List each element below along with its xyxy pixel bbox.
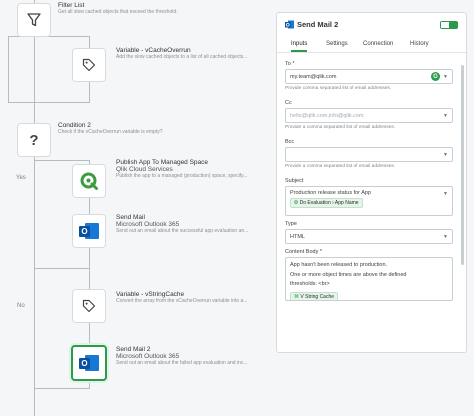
connector [34, 160, 90, 161]
chip-variable: V String Cache [300, 293, 335, 300]
tab-history[interactable]: History [410, 41, 429, 50]
datapill-icon: ❂ [294, 200, 299, 206]
filter-icon [27, 13, 41, 27]
node-title: Send Mail [116, 214, 145, 221]
filter-list-node[interactable] [17, 3, 51, 37]
variable-vstringcache-text: Variable - vStringCache Convert the arra… [116, 291, 266, 305]
node-subtitle: Check if the vCacheOverrun variable is e… [58, 129, 163, 135]
node-subtitle: Send out an email about the successful a… [116, 228, 249, 234]
chevron-down-icon[interactable]: ▼ [443, 74, 448, 80]
node-subtitle: Get all slow cached objects that exceed … [58, 9, 178, 15]
connector [34, 0, 35, 416]
subject-field[interactable]: Production release status for App ❂ Do E… [285, 186, 453, 216]
connector [34, 268, 90, 269]
cc-field[interactable]: hello@qlik.com,info@qlik.com ▼ [285, 108, 453, 123]
type-select[interactable]: HTML ▼ [285, 229, 453, 244]
node-title: Variable - vStringCache [116, 291, 185, 298]
node-subtitle: Convert the array from the vCacheOverrun… [116, 298, 248, 304]
subject-label: Subject [285, 178, 304, 184]
inputs-form: To * my.team@qlik.com G ▼ Provide comma … [285, 61, 453, 301]
block-toggle[interactable] [440, 21, 458, 29]
chip-step: Do Evaluation [299, 200, 331, 206]
send-mail-text: Send Mail Microsoft Outlook 365 Send out… [116, 214, 266, 235]
tab-settings[interactable]: Settings [326, 41, 348, 50]
node-subtitle: Publish the app to a managed (production… [116, 173, 248, 179]
to-label: To * [285, 61, 295, 67]
node-subtitle: Add the slow cached objects to a list of… [116, 54, 248, 60]
condition-2-node[interactable]: ? [17, 123, 51, 157]
send-mail-node[interactable]: O [72, 214, 106, 248]
connector-dashed [34, 398, 35, 416]
send-mail-2-text: Send Mail 2 Microsoft Outlook 365 Send o… [116, 346, 266, 367]
bcc-label: Bcc [285, 139, 295, 145]
chip-field: App Name [334, 200, 359, 206]
to-value: my.team@qlik.com [290, 74, 337, 80]
content-body-field[interactable]: App hasn't been released to production. … [285, 257, 453, 301]
variable-vstringcache-node[interactable] [72, 289, 106, 323]
connector [8, 102, 34, 103]
chevron-right-icon: › [332, 200, 334, 206]
cc-placeholder: hello@qlik.com,info@qlik.com [290, 113, 364, 119]
tab-inputs[interactable]: Inputs [291, 41, 308, 52]
outlook-icon: O [79, 353, 99, 373]
no-label: No [17, 303, 25, 309]
chevron-down-icon[interactable]: ▼ [443, 234, 448, 240]
type-value: HTML [290, 234, 305, 240]
send-mail-2-node[interactable]: O [71, 345, 107, 381]
grammarly-icon[interactable]: G [431, 72, 440, 81]
publish-app-node[interactable] [72, 164, 106, 198]
yes-label: Yes [16, 175, 26, 181]
node-title: Publish App To Managed Space [116, 159, 209, 166]
node-title: Filter List [58, 2, 85, 9]
publish-app-text: Publish App To Managed Space Qlik Cloud … [116, 159, 266, 180]
content-label: Content Body * [285, 249, 322, 255]
node-connector: Microsoft Outlook 365 [116, 353, 180, 360]
bcc-field[interactable]: ▼ [285, 147, 453, 162]
to-field[interactable]: my.team@qlik.com G ▼ [285, 69, 453, 84]
variable-vcacheoverrun-text: Variable - vCacheOverrun Add the slow ca… [116, 47, 266, 61]
bcc-help: Provide a comma separated list of email … [285, 164, 396, 169]
content-chip[interactable]: ⌘ V String Cache [290, 291, 339, 300]
outlook-icon: O [79, 221, 99, 241]
tag-icon [82, 299, 96, 313]
node-connector: Qlik Cloud Services [116, 166, 173, 173]
tag-icon [82, 58, 96, 72]
connector [34, 102, 90, 103]
node-title: Send Mail 2 [116, 346, 151, 353]
node-subtitle: Send out an email about the failed app e… [116, 360, 248, 366]
content-line-3: thresholds: <br> [290, 281, 330, 287]
qlik-icon [80, 172, 98, 190]
block-config-panel: Send Mail 2 Inputs Settings Connection H… [276, 12, 467, 353]
node-title: Condition 2 [58, 122, 91, 129]
node-connector: Microsoft Outlook 365 [116, 221, 180, 228]
condition-2-text: Condition 2 Check if the vCacheOverrun v… [58, 122, 208, 136]
cc-label: Cc [285, 100, 292, 106]
subject-text: Production release status for App [290, 190, 372, 196]
connector [34, 388, 90, 389]
chevron-down-icon[interactable]: ▼ [443, 152, 448, 158]
chevron-down-icon[interactable]: ▼ [443, 191, 448, 197]
panel-tabs: Inputs Settings Connection History [277, 39, 466, 53]
cc-help: Provide a comma separated list of email … [285, 125, 396, 130]
content-line-2: One or more object times are above the d… [290, 271, 407, 278]
node-title: Variable - vCacheOverrun [116, 47, 191, 54]
variable-icon: ⌘ [294, 293, 299, 300]
panel-header: Send Mail 2 [277, 13, 466, 37]
type-label: Type [285, 221, 297, 227]
chevron-down-icon[interactable]: ▼ [443, 113, 448, 119]
variable-vcacheoverrun-node[interactable] [72, 48, 106, 82]
question-icon: ? [29, 131, 39, 149]
subject-chip[interactable]: ❂ Do Evaluation › App Name [290, 198, 363, 208]
panel-scrollbar[interactable] [461, 65, 464, 265]
outlook-icon [285, 20, 294, 29]
content-line-1: App hasn't been released to production. [290, 262, 388, 268]
connector [8, 36, 9, 102]
panel-title: Send Mail 2 [297, 20, 339, 29]
tab-connection[interactable]: Connection [363, 41, 393, 50]
to-help: Provide comma separated list of email ad… [285, 86, 392, 91]
filter-list-text: Filter List Get all slow cached objects … [58, 2, 208, 16]
